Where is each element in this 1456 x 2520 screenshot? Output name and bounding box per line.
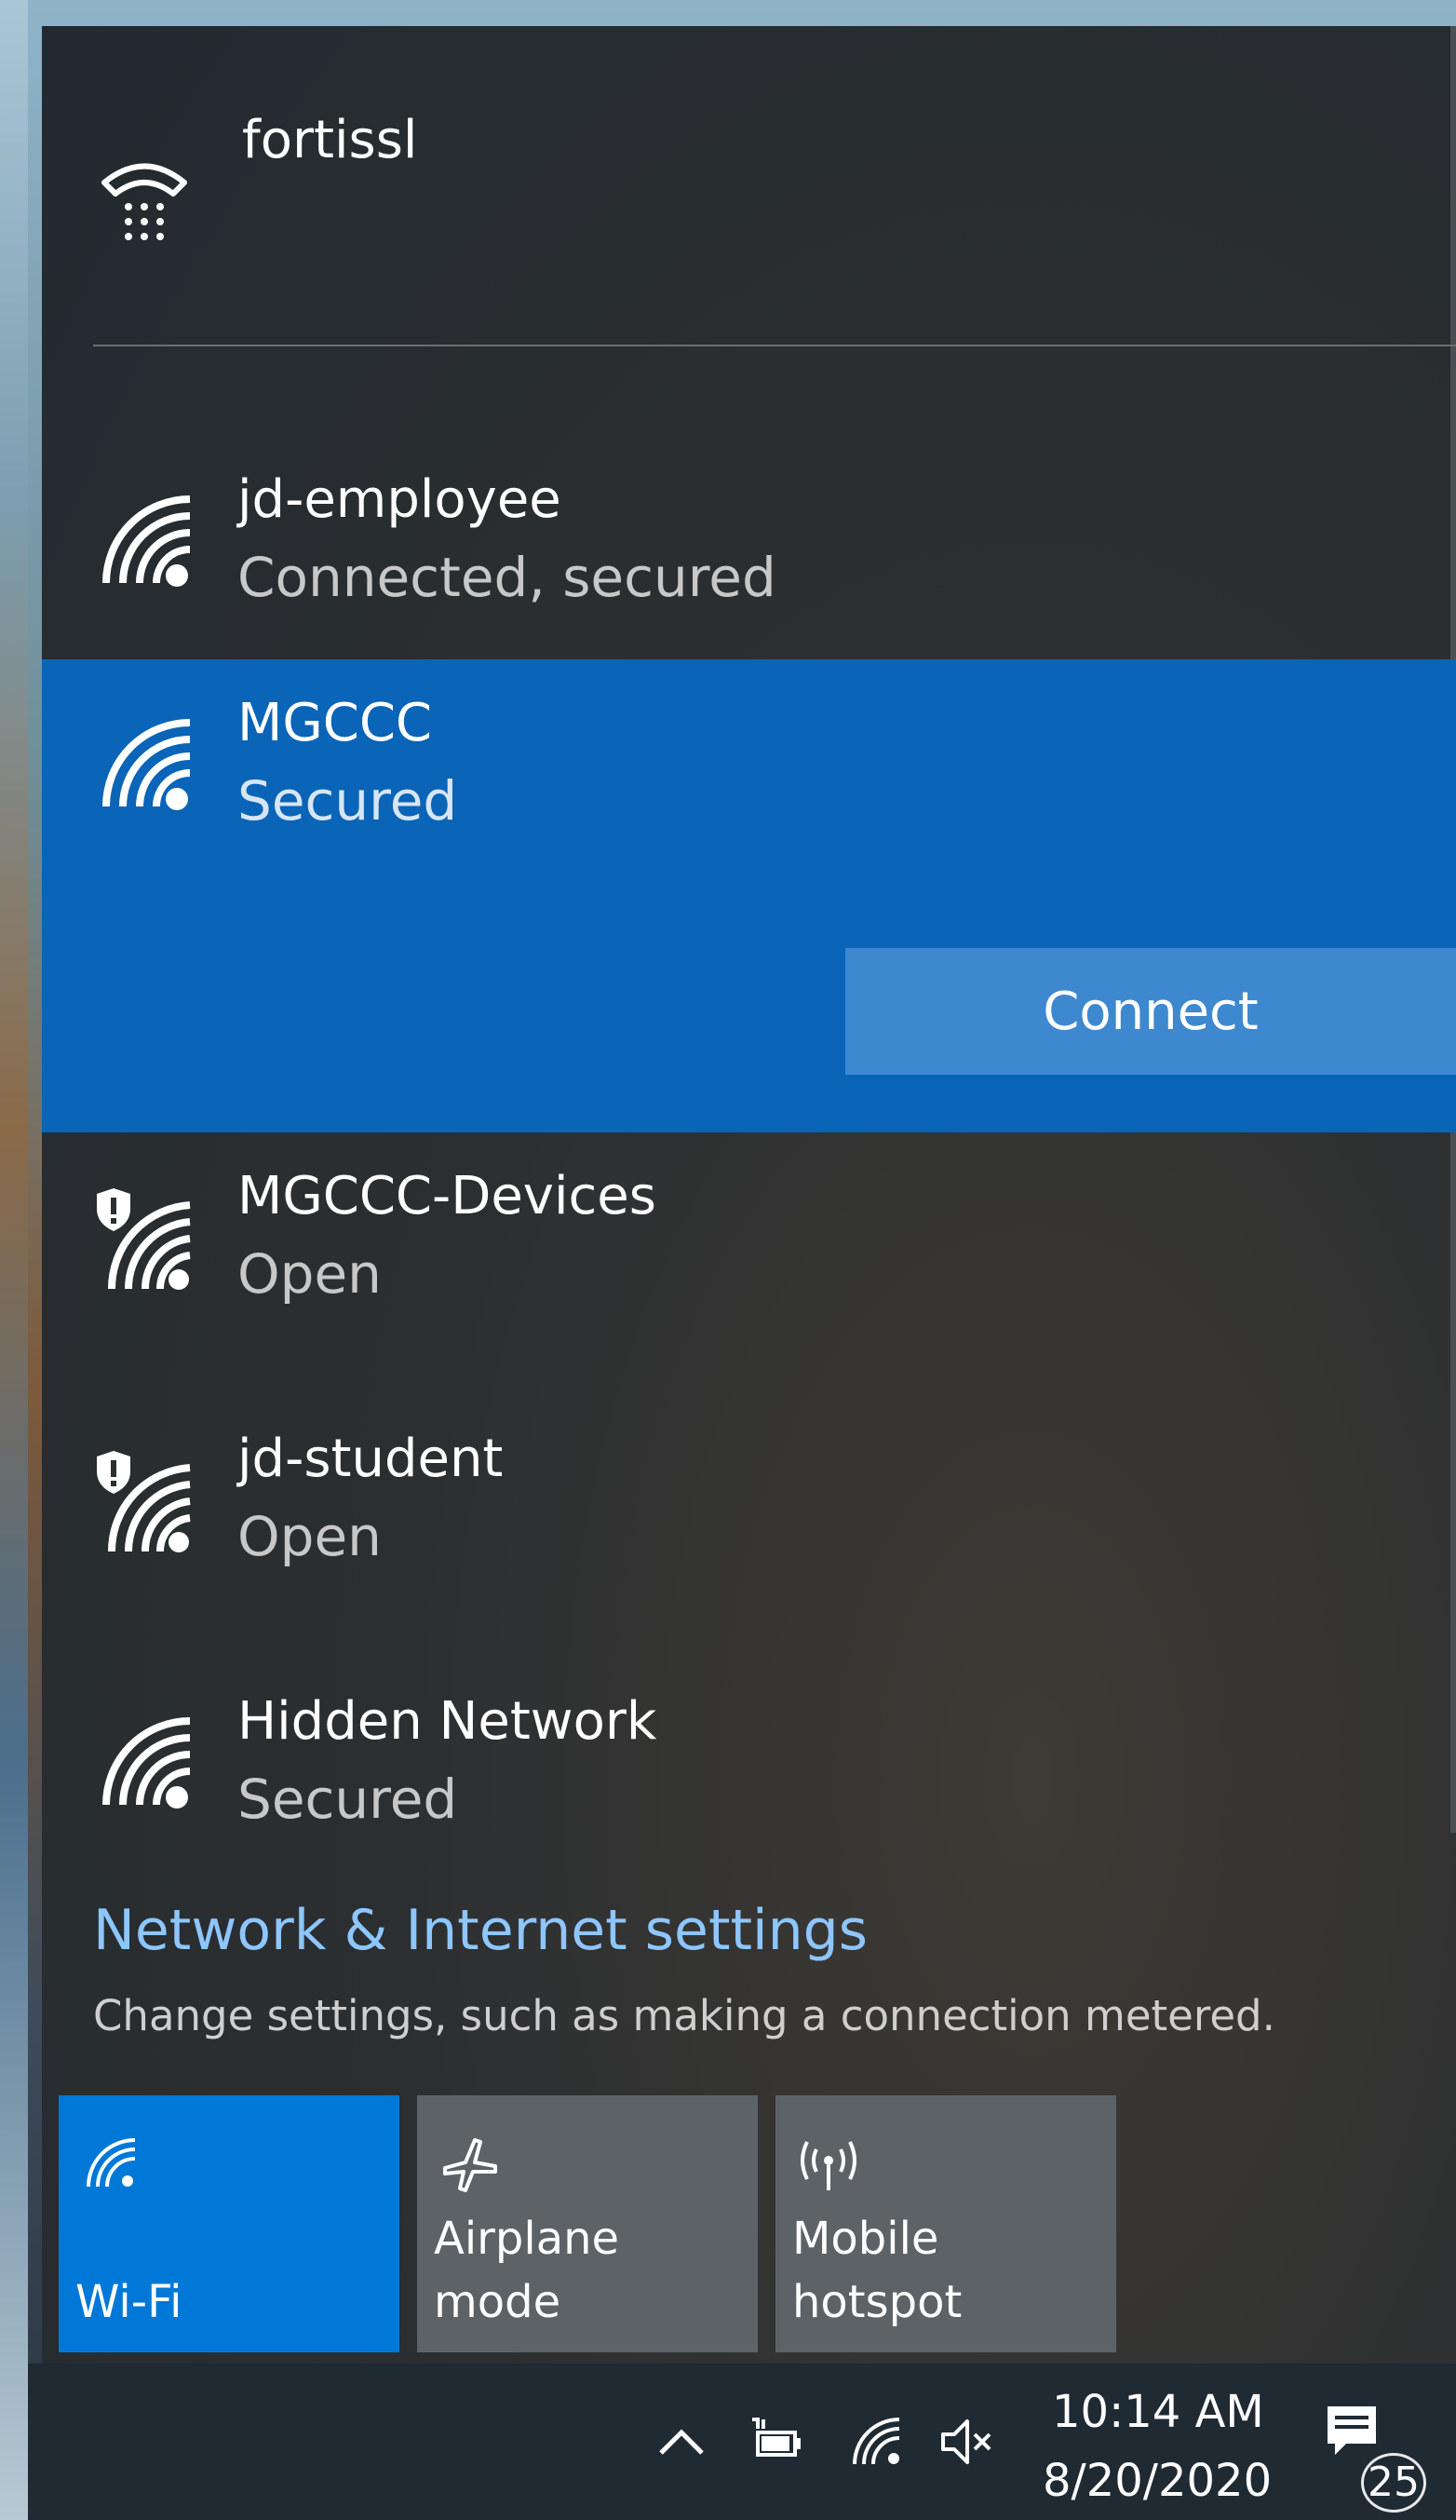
wifi-icon — [102, 719, 191, 810]
taskbar: 10:14 AM 8/20/2020 25 — [28, 2364, 1456, 2520]
wifi-icon — [102, 495, 191, 587]
desktop-background — [0, 0, 28, 2520]
network-flyout: fortissl jd-employee Connected, secured … — [42, 26, 1456, 2364]
network-settings-description: Change settings, such as making a connec… — [93, 1991, 1275, 2040]
network-status: Secured — [237, 769, 458, 833]
mobile-hotspot-tile[interactable]: Mobile hotspot — [775, 2095, 1116, 2352]
network-status: Open — [237, 1242, 382, 1306]
tile-label: Mobile hotspot — [792, 2207, 962, 2334]
airplane-icon — [443, 2138, 497, 2192]
vpn-dialup-icon — [101, 163, 187, 240]
network-name: MGCCC — [237, 693, 433, 753]
vpn-name: fortissl — [242, 110, 418, 170]
connect-button[interactable]: Connect — [845, 948, 1456, 1075]
network-name: MGCCC-Devices — [237, 1166, 656, 1226]
network-status: Connected, secured — [237, 546, 776, 609]
network-item-mgccc-devices[interactable]: MGCCC-Devices Open — [42, 1132, 1456, 1393]
network-item-jd-student[interactable]: jd-student Open — [42, 1395, 1456, 1656]
notification-icon[interactable] — [1322, 2401, 1382, 2460]
airplane-mode-tile[interactable]: Airplane mode — [417, 2095, 758, 2352]
vpn-item-fortissl[interactable]: fortissl — [42, 26, 1456, 343]
clock-date[interactable]: 8/20/2020 — [1043, 2455, 1272, 2507]
wifi-toggle-tile[interactable]: Wi-Fi — [59, 2095, 399, 2352]
tile-label-line: hotspot — [792, 2276, 963, 2328]
tile-label-line: Mobile — [792, 2213, 939, 2265]
chevron-up-icon[interactable] — [652, 2412, 711, 2472]
network-name: jd-employee — [237, 469, 561, 530]
wifi-icon[interactable] — [847, 2412, 907, 2472]
network-name: jd-student — [237, 1429, 504, 1489]
network-status: Open — [237, 1505, 382, 1568]
wifi-icon — [102, 1717, 191, 1809]
network-item-mgccc[interactable]: MGCCC Secured Connect — [42, 659, 1456, 1132]
volume-muted-icon[interactable] — [936, 2412, 995, 2472]
tile-label: Wi-Fi — [75, 2276, 182, 2328]
network-name: Hidden Network — [237, 1691, 657, 1752]
network-item-hidden-network[interactable]: Hidden Network Secured — [42, 1658, 1456, 1918]
wifi-open-warning-icon — [97, 1451, 191, 1552]
clock-time[interactable]: 10:14 AM — [1052, 2386, 1264, 2438]
divider — [93, 345, 1456, 346]
network-status: Secured — [237, 1768, 458, 1831]
notification-count-badge: 25 — [1361, 2453, 1426, 2513]
wifi-open-warning-icon — [97, 1188, 191, 1290]
network-settings-link[interactable]: Network & Internet settings — [93, 1898, 868, 1963]
hotspot-icon — [801, 2141, 856, 2190]
tile-label: Airplane mode — [434, 2213, 620, 2328]
wifi-icon — [87, 2138, 136, 2188]
power-icon[interactable] — [745, 2412, 804, 2472]
network-item-jd-employee[interactable]: jd-employee Connected, secured — [42, 436, 1456, 697]
